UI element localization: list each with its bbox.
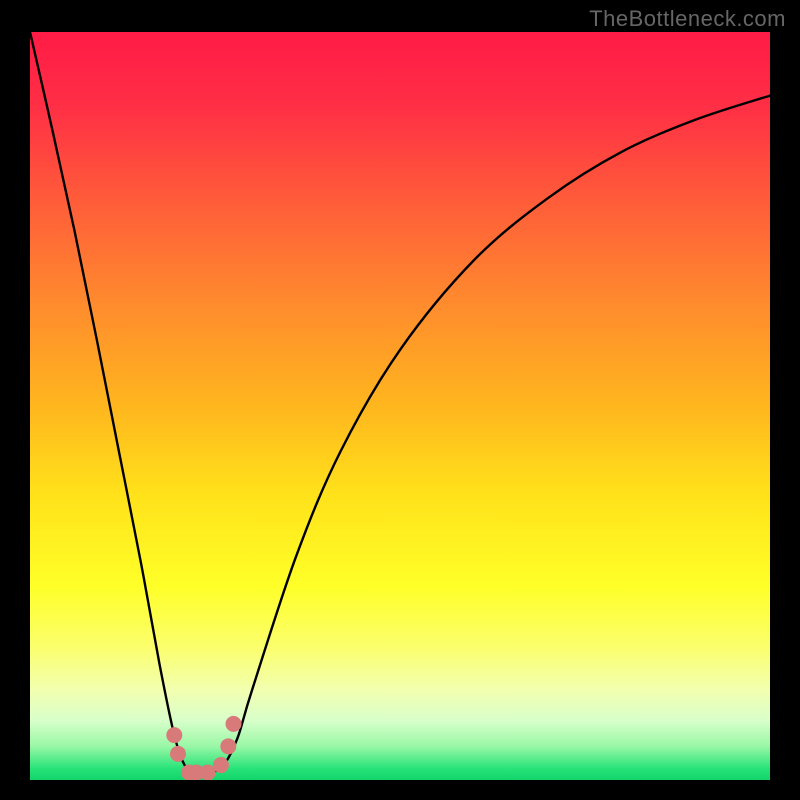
highlight-marker xyxy=(166,727,182,743)
highlight-marker xyxy=(220,738,236,754)
highlight-marker xyxy=(170,746,186,762)
gradient-background xyxy=(30,32,770,780)
highlight-marker xyxy=(213,757,229,773)
watermark-text: TheBottleneck.com xyxy=(589,6,786,32)
chart-stage: TheBottleneck.com xyxy=(0,0,800,800)
highlight-marker xyxy=(226,716,242,732)
bottleneck-chart xyxy=(0,0,800,800)
